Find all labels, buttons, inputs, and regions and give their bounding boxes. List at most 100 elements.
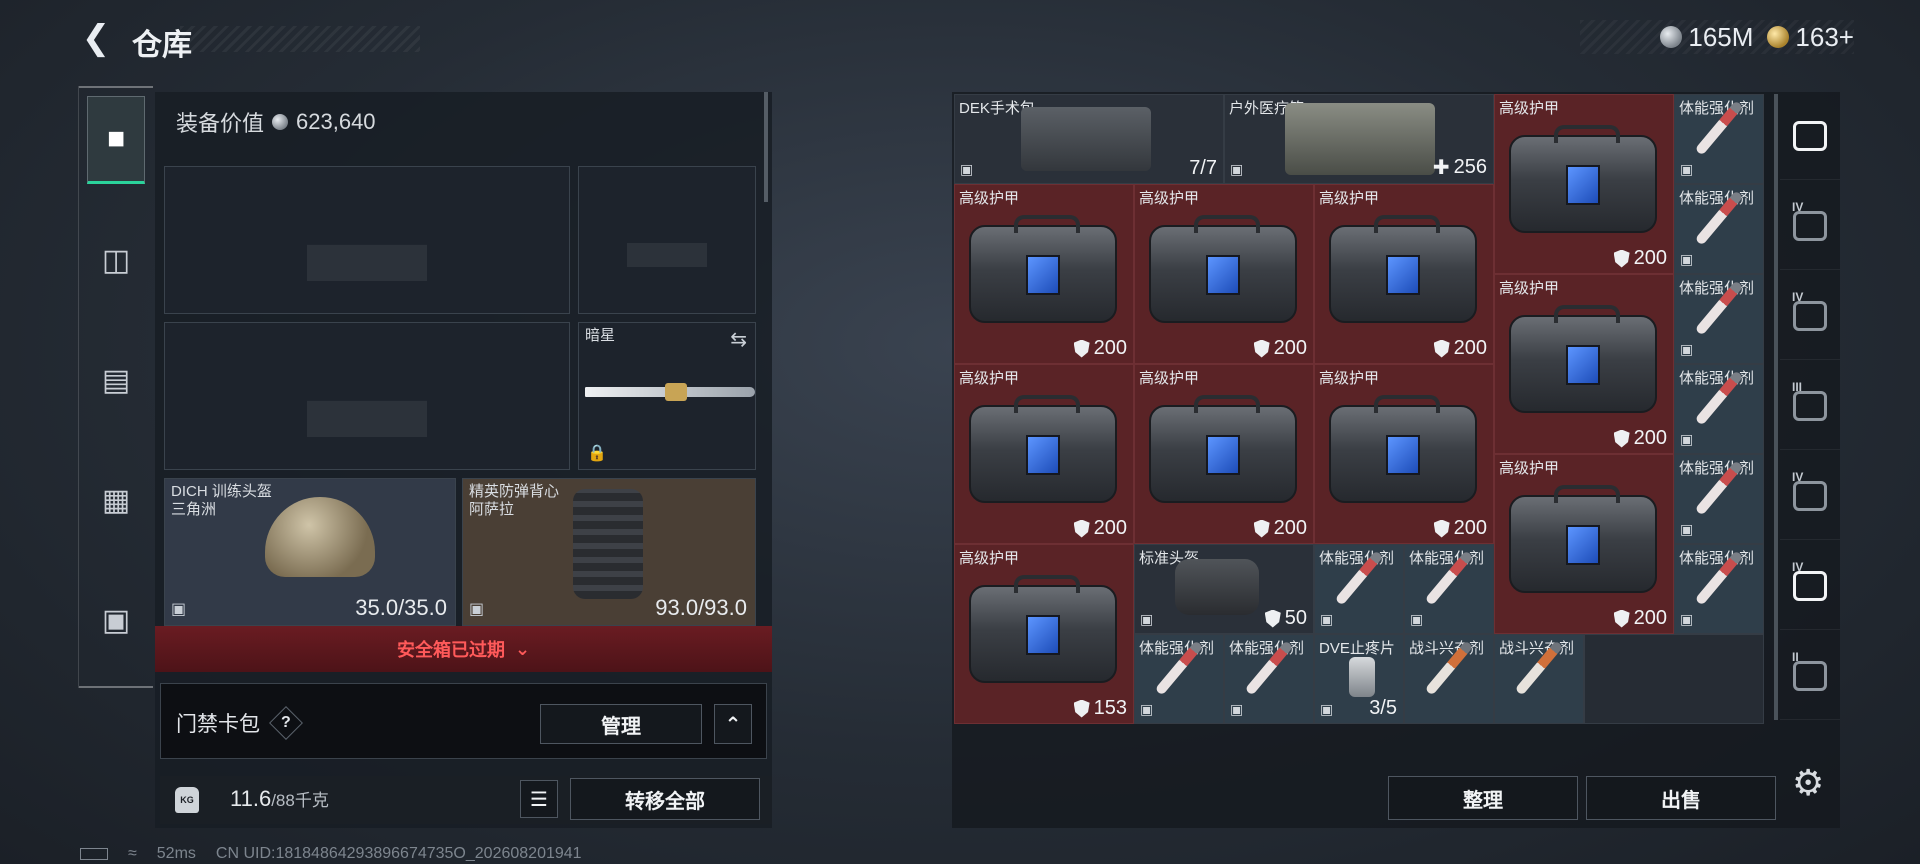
swap-icon[interactable]: ⇆ <box>730 327 747 352</box>
inventory-item[interactable]: DVE止疼片 ▣ 3/5 <box>1314 634 1404 724</box>
chevron-left-icon: ❮ <box>81 19 111 57</box>
gear-icon[interactable]: ⚙ <box>1792 762 1824 804</box>
inventory-item[interactable]: 高级护甲 200 <box>1134 364 1314 544</box>
inventory-item[interactable]: 战斗兴奋剂 <box>1494 634 1584 724</box>
no-insure-icon: ▣ <box>1680 431 1694 447</box>
inventory-item[interactable]: 体能强化剂 ▣ <box>1674 454 1764 544</box>
tab-container-2[interactable]: IV <box>1780 272 1840 360</box>
back-button[interactable]: ❮ <box>78 19 114 57</box>
title-decoration <box>180 26 420 52</box>
collapse-button[interactable]: ⌃ <box>714 704 752 744</box>
vest-slot[interactable]: 精英防弹背心 阿萨拉 ▣ 93.0/93.0 <box>462 478 756 626</box>
inventory-item[interactable]: 高级护甲 200 <box>1134 184 1314 364</box>
armor-bag-image <box>1149 395 1297 503</box>
currency-value: 163+ <box>1795 21 1854 52</box>
helmet-image <box>265 497 375 577</box>
no-insure-icon: ▣ <box>469 601 485 618</box>
weight-current: 11.6 <box>230 786 272 811</box>
tab-container-1[interactable]: IV <box>1780 182 1840 270</box>
tab-backpack[interactable]: ▤ <box>87 336 145 424</box>
item-count: 256 <box>1453 156 1487 178</box>
tab-briefcase[interactable]: ▣ <box>87 576 145 664</box>
sell-button[interactable]: 出售 <box>1586 776 1776 820</box>
primary-weapon-slot[interactable]: ▬ <box>164 166 570 314</box>
armor-value: 200 <box>1453 337 1487 359</box>
currency-silver[interactable]: 165M <box>1660 22 1753 53</box>
chevron-down-icon: ⌄ <box>514 638 531 659</box>
tab-container-3[interactable]: III <box>1780 362 1840 450</box>
inventory-item[interactable]: 体能强化剂 ▣ <box>1674 184 1764 274</box>
inventory-item[interactable]: 战斗兴奋剂 <box>1404 634 1494 724</box>
armor-bag-image <box>1329 215 1477 323</box>
tab-container-4[interactable]: IV <box>1780 452 1840 540</box>
inventory-item[interactable]: 体能强化剂 ▣ <box>1404 544 1494 634</box>
vest-durability: 93.0/93.0 <box>655 595 747 620</box>
empty-slot[interactable] <box>1584 634 1764 724</box>
lock-icon: 🔒 <box>587 445 607 462</box>
vest-origin: 阿萨拉 <box>469 501 515 518</box>
rifle-silhouette-icon: ▬ <box>307 329 427 463</box>
vest-image <box>573 489 643 599</box>
inventory-item[interactable]: 高级护甲 200 <box>1494 274 1674 454</box>
inventory-item[interactable]: 体能强化剂 ▣ <box>1224 634 1314 724</box>
armor-value: 200 <box>1273 517 1307 539</box>
inventory-item[interactable]: 高级护甲 200 <box>1314 184 1494 364</box>
ping-value: 52ms <box>156 845 196 862</box>
scrollbar[interactable] <box>764 92 768 202</box>
inventory-item[interactable]: 体能强化剂 ▣ <box>1674 274 1764 364</box>
equipment-value-label: 装备价值 <box>176 111 265 136</box>
inventory-item[interactable]: 体能强化剂 ▣ <box>1674 94 1764 184</box>
sidearm-slot[interactable]: ▬ <box>578 166 756 314</box>
armor-bag-image <box>969 215 1117 323</box>
inventory-item[interactable]: 高级护甲 200 <box>1494 94 1674 274</box>
status-footer: ≈ 52ms CN UID:18184864293896674735O_2026… <box>80 845 582 863</box>
inventory-item[interactable]: 体能强化剂 ▣ <box>1134 634 1224 724</box>
secondary-weapon-slot[interactable]: ▬ <box>164 322 570 470</box>
inventory-item[interactable]: 高级护甲 200 <box>1314 364 1494 544</box>
armor-value: 200 <box>1093 337 1127 359</box>
inventory-item[interactable]: 体能强化剂 ▣ <box>1314 544 1404 634</box>
helmet-slot[interactable]: DICH 训练头盔 三角洲 ▣ 35.0/35.0 <box>164 478 456 626</box>
pill-bottle-image <box>1349 657 1375 697</box>
battery-icon <box>80 848 108 860</box>
currency-gold[interactable]: 163+ <box>1767 22 1854 53</box>
vest-name: 精英防弹背心 <box>469 483 560 500</box>
tab-weapons[interactable]: ■ <box>87 96 145 184</box>
tab-vest[interactable]: ◫ <box>87 216 145 304</box>
shield-icon <box>1264 609 1281 628</box>
armor-value: 200 <box>1633 247 1667 269</box>
inventory-item[interactable]: 户外医疗箱 ▣ ✚ 256 <box>1224 94 1494 184</box>
container-icon: IV <box>1792 200 1827 241</box>
inventory-item[interactable]: 高级护甲 200 <box>954 364 1134 544</box>
manage-button[interactable]: 管理 <box>540 704 702 744</box>
tab-add-container-2[interactable]: II <box>1780 632 1840 720</box>
shield-icon <box>1433 339 1450 358</box>
currency-bar: 165M 163+ <box>1580 20 1854 54</box>
melee-name: 暗星 <box>585 327 616 344</box>
melee-slot[interactable]: 暗星 ⇆ 🔒 <box>578 322 756 470</box>
sort-button[interactable]: 整理 <box>1388 776 1578 820</box>
backpack-icon: ▤ <box>101 363 131 397</box>
page-title: 仓库 <box>132 29 192 62</box>
armor-value: 50 <box>1284 607 1307 629</box>
inventory-item[interactable]: DEK手术包 ▣ 7/7 <box>954 94 1224 184</box>
item-count: 7/7 <box>1189 157 1217 179</box>
inventory-item[interactable]: 体能强化剂 ▣ <box>1674 544 1764 634</box>
tab-add-container-1[interactable]: IV <box>1780 542 1840 630</box>
inventory-item[interactable]: 体能强化剂 ▣ <box>1674 364 1764 454</box>
help-icon[interactable]: ? <box>269 706 303 740</box>
item-count: 3/5 <box>1369 697 1397 719</box>
equipment-value: 装备价值 623,640 <box>176 106 376 138</box>
scrollbar[interactable] <box>1774 94 1778 720</box>
transfer-all-button[interactable]: 转移全部 <box>570 778 760 820</box>
shield-icon <box>1613 429 1630 448</box>
tab-storage[interactable] <box>1780 92 1840 180</box>
safe-box-status[interactable]: 安全箱已过期 ⌄ <box>155 626 772 672</box>
inventory-item[interactable]: 高级护甲 200 <box>954 184 1134 364</box>
list-button[interactable]: ☰ <box>520 780 558 818</box>
tab-rig[interactable]: ▦ <box>87 456 145 544</box>
inventory-item[interactable]: 高级护甲 153 <box>954 544 1134 724</box>
inventory-item[interactable]: 标准头盔 ▣ 50 <box>1134 544 1314 634</box>
inventory-item[interactable]: 高级护甲 200 <box>1494 454 1674 634</box>
no-insure-icon: ▣ <box>1680 341 1694 357</box>
